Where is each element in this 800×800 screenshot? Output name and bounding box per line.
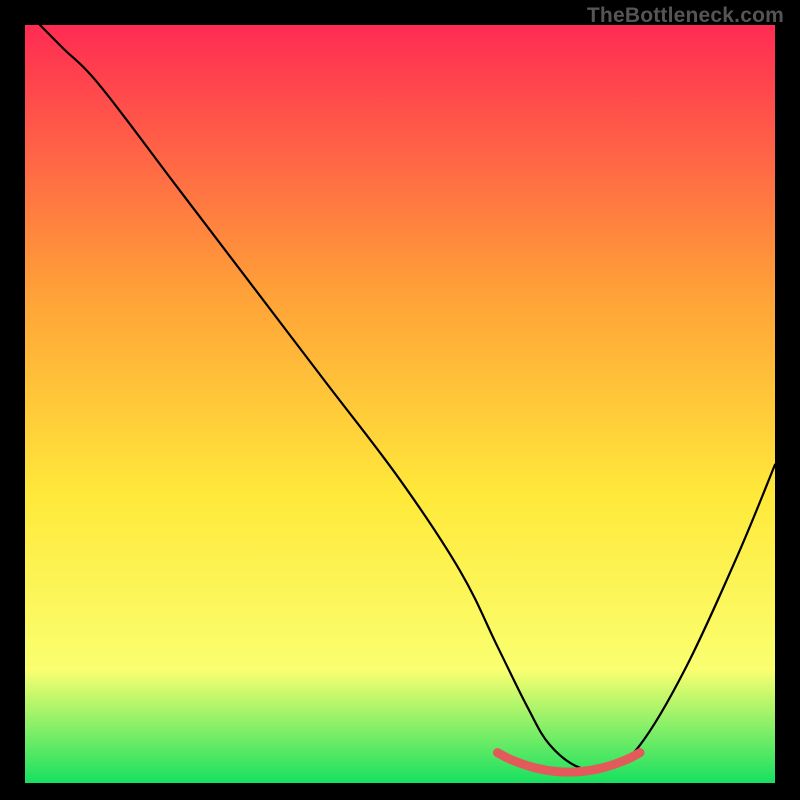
chart-background — [25, 25, 775, 783]
watermark-text: TheBottleneck.com — [587, 4, 784, 28]
chart-plot — [25, 25, 775, 783]
chart-frame — [25, 25, 775, 783]
